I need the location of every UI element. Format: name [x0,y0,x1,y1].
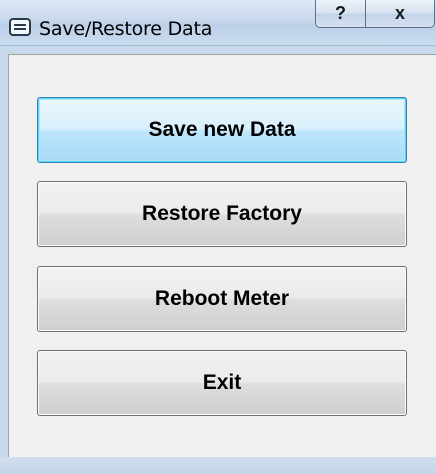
close-button[interactable]: x [365,0,435,28]
dialog-client-area: Save new Data Restore Factory Reboot Met… [8,54,436,457]
save-restore-dialog: Save/Restore Data ? x Save new Data Rest… [0,0,436,474]
save-new-data-label: Save new Data [148,118,296,141]
window-frame-top [8,46,436,54]
window-title: Save/Restore Data [39,18,213,40]
exit-label: Exit [202,371,242,394]
restore-factory-label: Restore Factory [142,202,302,225]
exit-button[interactable]: Exit [37,350,407,416]
restore-factory-button[interactable]: Restore Factory [37,181,407,247]
help-icon: ? [335,3,346,23]
help-button[interactable]: ? [315,0,366,28]
title-bar[interactable]: Save/Restore Data ? x [0,0,436,46]
reboot-meter-label: Reboot Meter [154,287,290,310]
reboot-meter-button[interactable]: Reboot Meter [37,266,407,332]
window-app-icon[interactable] [9,18,31,36]
window-frame-left [0,46,8,457]
close-icon: x [394,3,405,23]
window-frame-bottom [0,457,436,474]
save-new-data-button[interactable]: Save new Data [37,97,407,163]
caption-buttons: ? x [315,0,436,32]
